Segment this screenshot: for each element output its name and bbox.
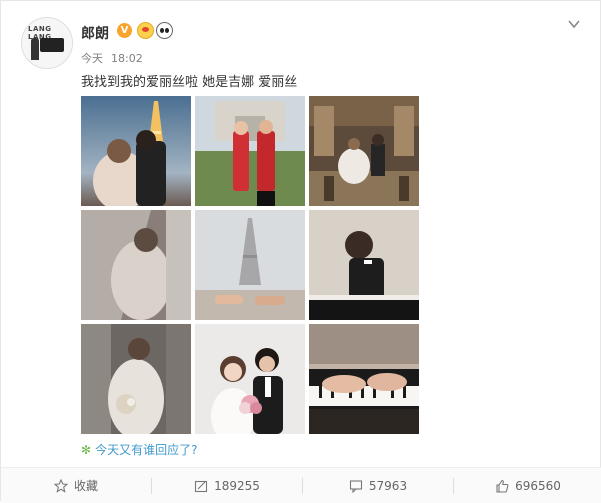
verified-badge-icon[interactable]: V <box>117 23 132 38</box>
post-meta: 今天 18:02 <box>81 50 151 66</box>
photo-couple-portrait[interactable] <box>195 324 305 434</box>
action-bar: 收藏 189255 57963 696560 <box>1 467 601 503</box>
weibo-post-card: LANG LANG 郎朗 V 今天 18:02 我找到我的爱丽丝啦 她是吉娜 爱丽… <box>0 0 601 503</box>
favorite-button[interactable]: 收藏 <box>1 468 151 503</box>
avatar-piano-shape <box>40 38 64 52</box>
photo-eiffel-hands[interactable] <box>195 210 305 320</box>
photo-paris-cafe[interactable] <box>309 96 419 206</box>
repost-count: 189255 <box>214 478 260 493</box>
favorite-label: 收藏 <box>73 479 98 493</box>
photo-hands-on-piano[interactable] <box>309 324 419 434</box>
post-time[interactable]: 18:02 <box>111 52 143 65</box>
comment-icon <box>349 479 362 493</box>
thumbs-up-icon <box>496 479 509 493</box>
engagement-prompt[interactable]: ✻ 今天又有谁回应了? <box>81 441 197 458</box>
author-avatar[interactable]: LANG LANG <box>21 17 73 69</box>
avatar-person-shape <box>31 38 39 60</box>
engagement-prompt-text[interactable]: 今天又有谁回应了? <box>95 443 197 457</box>
like-count: 696560 <box>515 478 561 493</box>
comment-button[interactable]: 57963 <box>303 468 453 503</box>
post-day[interactable]: 今天 <box>81 52 103 65</box>
chevron-down-icon[interactable] <box>567 17 581 31</box>
repost-icon <box>195 480 208 492</box>
vip-emoji-icon[interactable] <box>137 22 154 39</box>
photo-piano-player[interactable] <box>309 210 419 320</box>
author-name[interactable]: 郎朗 <box>81 23 109 43</box>
photo-eiffel-night[interactable] <box>81 96 191 206</box>
panda-icon[interactable] <box>156 22 173 39</box>
repost-button[interactable]: 189255 <box>152 468 302 503</box>
photo-bride-bouquet[interactable] <box>81 324 191 434</box>
star-icon <box>53 478 68 493</box>
flower-icon: ✻ <box>81 443 92 457</box>
comment-count: 57963 <box>368 478 408 493</box>
photo-couple-red-outfits[interactable] <box>195 96 305 206</box>
like-button[interactable]: 696560 <box>454 468 601 503</box>
photo-bride-veil[interactable] <box>81 210 191 320</box>
post-text: 我找到我的爱丽丝啦 她是吉娜 爱丽丝 <box>81 75 298 90</box>
